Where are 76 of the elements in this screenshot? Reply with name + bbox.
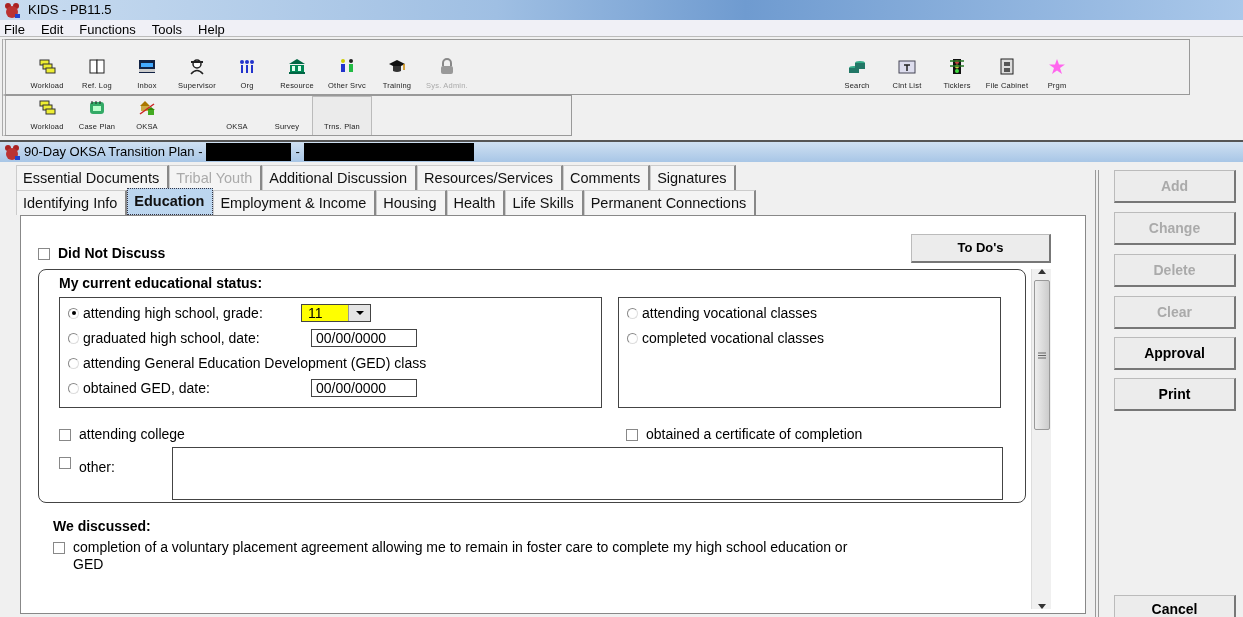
checkbox-label: Did Not Discuss xyxy=(58,244,166,263)
scroll-up-arrow-icon xyxy=(1037,269,1046,274)
bear-icon xyxy=(4,144,20,160)
title-separator: - xyxy=(295,143,300,162)
cancel-button[interactable]: Cancel xyxy=(1114,595,1236,617)
grip-icon xyxy=(1037,351,1046,359)
checkbox[interactable] xyxy=(626,428,638,441)
checkbox-label: obtained a certificate of completion xyxy=(646,425,863,444)
menu-item[interactable]: File xyxy=(4,20,25,36)
stack-icon xyxy=(38,57,56,75)
building-icon xyxy=(288,57,306,75)
people-icon xyxy=(338,57,356,75)
notepad-icon xyxy=(88,98,106,116)
scrollbar[interactable] xyxy=(1031,269,1051,609)
checkbox[interactable] xyxy=(38,247,50,260)
radio-button[interactable] xyxy=(627,307,638,319)
menu-item[interactable]: Help xyxy=(198,20,225,36)
option-label: obtained GED, date: xyxy=(83,378,211,398)
date-field[interactable]: 00/00/0000 xyxy=(311,329,417,347)
window-icon xyxy=(898,57,916,75)
caret-icon xyxy=(355,311,364,315)
checkbox[interactable] xyxy=(59,457,71,469)
window-title: KIDS - PB11.5 xyxy=(28,1,112,20)
checkbox[interactable] xyxy=(59,428,71,441)
tab[interactable]: Resources/Services xyxy=(417,165,564,190)
tab[interactable]: Employment & Income xyxy=(213,190,377,215)
radio-button[interactable] xyxy=(68,307,79,319)
bear-icon xyxy=(4,2,20,18)
house-icon xyxy=(138,98,156,116)
menu-item[interactable]: Functions xyxy=(79,20,136,36)
section-title: We discussed: xyxy=(53,517,152,536)
side-button[interactable]: Print xyxy=(1114,378,1236,411)
cabinet-icon xyxy=(998,57,1016,75)
group-title: My current educational status: xyxy=(59,274,264,293)
traffic-light-icon xyxy=(948,57,966,75)
option-label: graduated high school, date: xyxy=(83,328,261,348)
form-title: 90-Day OKSA Transition Plan - xyxy=(24,143,203,162)
checkbox[interactable] xyxy=(53,542,65,554)
book-icon xyxy=(88,57,106,75)
tab[interactable]: Health xyxy=(446,190,506,215)
option-label: attending high school, grade: xyxy=(83,303,264,323)
radio-button[interactable] xyxy=(627,332,638,344)
grade-dropdown[interactable]: 11 xyxy=(301,304,371,322)
radio-button[interactable] xyxy=(68,332,79,344)
radio-button[interactable] xyxy=(68,357,79,369)
star-icon xyxy=(1048,57,1066,75)
tab[interactable]: Additional Discussion xyxy=(262,165,418,190)
people-icon xyxy=(238,57,256,75)
graduation-cap-icon xyxy=(388,57,406,75)
checkbox-label: other: xyxy=(79,458,115,477)
option-label: attending vocational classes xyxy=(642,303,818,323)
inbox-icon xyxy=(138,57,156,75)
scroll-down-arrow-icon xyxy=(1037,604,1046,609)
date-field[interactable]: 00/00/0000 xyxy=(311,379,417,397)
option-label: completed vocational classes xyxy=(642,328,825,348)
checkbox-label: completion of a voluntary placement agreement allowing me to remain in foster care to complete my high school education or GED xyxy=(73,539,848,573)
lock-icon xyxy=(438,57,456,75)
tab[interactable]: Life Skills xyxy=(505,190,584,215)
option-label: attending General Education Development (GED) class xyxy=(83,353,427,373)
menu-item[interactable]: Tools xyxy=(151,20,183,36)
tab[interactable]: Signatures xyxy=(650,165,737,190)
other-text-field[interactable] xyxy=(171,447,1003,500)
tab[interactable]: Essential Documents xyxy=(16,165,170,190)
tab[interactable]: Housing xyxy=(376,190,447,215)
scrollbar-thumb[interactable] xyxy=(1033,280,1050,430)
tab[interactable]: Identifying Info xyxy=(16,190,128,215)
menu-item[interactable]: Edit xyxy=(40,20,64,36)
tab[interactable]: Education xyxy=(127,188,214,215)
side-button[interactable]: Approval xyxy=(1114,337,1236,370)
tab[interactable]: Comments xyxy=(563,165,651,190)
radio-button[interactable] xyxy=(68,382,79,394)
tab[interactable]: Permanent Connections xyxy=(583,190,757,215)
todo-button[interactable]: To Do's xyxy=(911,234,1051,263)
stack-icon xyxy=(38,98,56,116)
checkbox-label: attending college xyxy=(79,425,185,444)
person-icon xyxy=(188,57,206,75)
